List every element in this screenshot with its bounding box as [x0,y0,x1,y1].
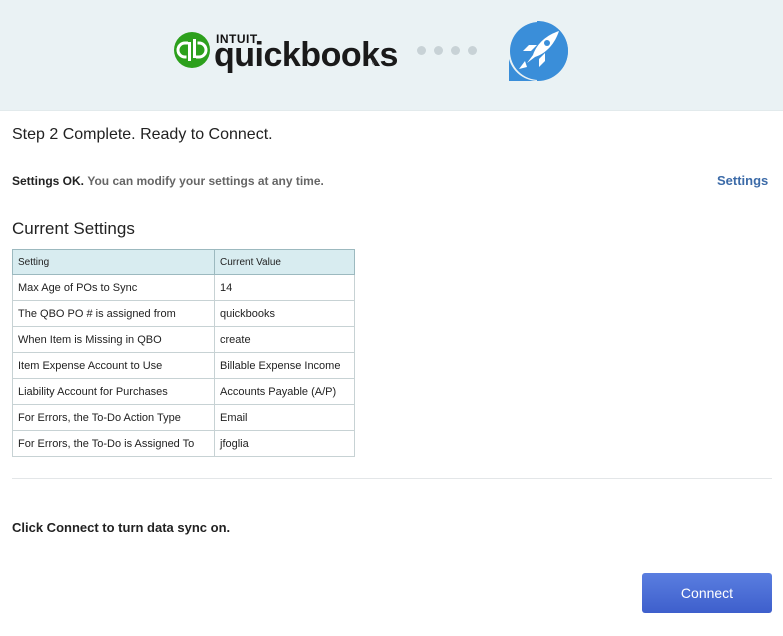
setting-value: Email [214,404,355,431]
rocket-icon [507,20,569,82]
setting-name: Liability Account for Purchases [12,378,215,405]
dot [417,46,426,55]
table-row: For Errors, the To-Do Action Type Email [12,404,355,431]
settings-table: Setting Current Value Max Age of POs to … [12,249,355,457]
column-header-setting: Setting [12,249,215,275]
current-settings-title: Current Settings [12,219,135,238]
dot [434,46,443,55]
table-row: Liability Account for Purchases Accounts… [12,378,355,405]
setting-value: 14 [214,274,355,301]
setting-name: For Errors, the To-Do is Assigned To [12,430,215,457]
table-header-row: Setting Current Value [12,249,355,275]
quickbooks-logo-icon [174,32,210,68]
step-title: Step 2 Complete. Ready to Connect. [12,126,273,143]
connect-button[interactable]: Connect [642,573,772,613]
settings-ok-label: Settings OK. [12,174,85,188]
table-row: Max Age of POs to Sync 14 [12,274,355,301]
table-row: Item Expense Account to Use Billable Exp… [12,352,355,379]
dot [468,46,477,55]
settings-link[interactable]: Settings [717,173,768,188]
setting-value: jfoglia [214,430,355,457]
setting-name: When Item is Missing in QBO [12,326,215,353]
setting-value: create [214,326,355,353]
settings-note: You can modify your settings at any time… [87,174,324,188]
setting-value: Accounts Payable (A/P) [214,378,355,405]
section-divider [12,478,772,479]
settings-status: Settings OK. You can modify your setting… [12,174,324,188]
table-row: When Item is Missing in QBO create [12,326,355,353]
registered-mark: ® [372,60,378,67]
connect-instruction: Click Connect to turn data sync on. [12,520,231,535]
column-header-current-value: Current Value [214,249,355,275]
setting-name: For Errors, the To-Do Action Type [12,404,215,431]
table-row: For Errors, the To-Do is Assigned To jfo… [12,430,355,457]
setting-name: Max Age of POs to Sync [12,274,215,301]
table-row: The QBO PO # is assigned from quickbooks [12,300,355,327]
setting-name: The QBO PO # is assigned from [12,300,215,327]
setting-value: quickbooks [214,300,355,327]
connection-dots [417,46,477,56]
header-banner: INTUIT quickbooks ® [0,0,783,111]
setting-value: Billable Expense Income [214,352,355,379]
setting-name: Item Expense Account to Use [12,352,215,379]
dot [451,46,460,55]
quickbooks-wordmark: quickbooks [214,36,398,74]
